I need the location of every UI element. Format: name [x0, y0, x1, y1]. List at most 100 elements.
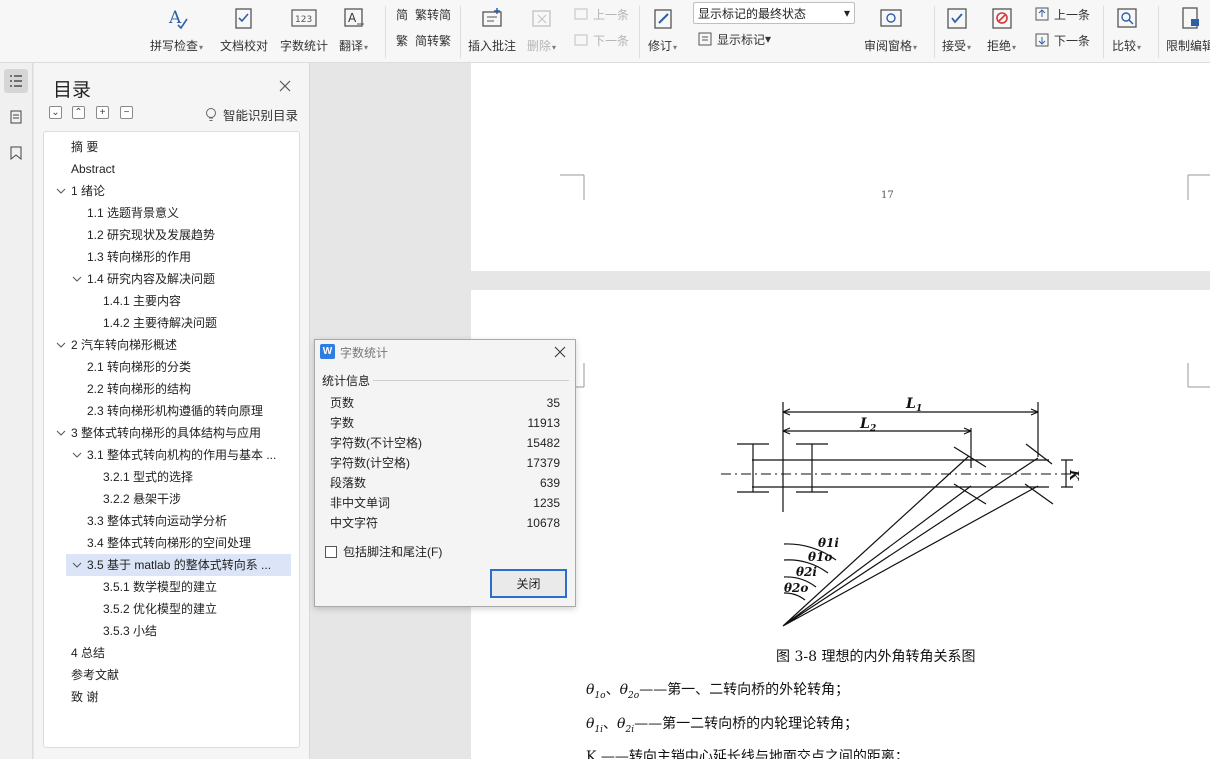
doc-proof-button[interactable]: 文档校对: [220, 2, 268, 60]
chevron-down-icon[interactable]: [71, 268, 83, 290]
toc-view-button[interactable]: [4, 69, 28, 93]
toc-item[interactable]: 3.5.1 数学模型的建立: [103, 576, 291, 598]
toc-item[interactable]: 2.1 转向梯形的分类: [87, 356, 291, 378]
page-icon: [10, 110, 22, 124]
include-notes-checkbox[interactable]: [325, 545, 337, 558]
line-text: ——第一二转向桥的内轮理论转角；: [634, 716, 859, 732]
toc-item[interactable]: 3.3 整体式转向运动学分析: [87, 510, 291, 532]
toc-item[interactable]: 3.1 整体式转向机构的作用与基本 ...: [87, 444, 283, 466]
trad-to-simp-label: 繁转简: [415, 7, 452, 22]
plus-icon: +: [99, 106, 106, 118]
symbol-subscript: 2o: [628, 690, 640, 701]
restrict-edit-button[interactable]: 限制编辑: [1166, 2, 1210, 60]
bookmark-icon: [10, 146, 22, 161]
chevron-down-icon[interactable]: [55, 334, 67, 356]
toc-item[interactable]: 3.5 基于 matlab 的整体式转向系 ...: [87, 554, 283, 576]
toc-item[interactable]: 3.2.2 悬架干涉: [103, 488, 291, 510]
toc-item[interactable]: 3.4 整体式转向梯形的空间处理: [87, 532, 291, 554]
reject-button[interactable]: 拒绝▾: [987, 2, 1016, 60]
prev-comment-button[interactable]: 上一条: [572, 3, 629, 25]
toc-item[interactable]: 参考文献: [71, 664, 291, 686]
show-markup-button[interactable]: 显示标记 ▾: [696, 28, 771, 50]
next-change-button[interactable]: 下一条: [1033, 29, 1090, 51]
toc-item[interactable]: 1.4.2 主要待解决问题: [103, 312, 291, 334]
lock-icon: [1177, 4, 1203, 32]
toc-item[interactable]: 1.3 转向梯形的作用: [87, 246, 291, 268]
toc-item[interactable]: 1.2 研究现状及发展趋势: [87, 224, 291, 246]
toc-item[interactable]: 2 汽车转向梯形概述: [71, 334, 291, 356]
stat-label: 字数: [330, 416, 355, 430]
document-page[interactable]: 17: [471, 63, 1210, 271]
revise-button[interactable]: 修订▾: [648, 2, 677, 60]
chevron-down-icon[interactable]: [71, 444, 83, 466]
ribbon-divider: [385, 6, 386, 58]
toc-item[interactable]: 摘 要: [71, 136, 291, 158]
stat-row: 段落数 639: [330, 473, 560, 493]
toc-item[interactable]: 1 绪论: [71, 180, 291, 202]
page-view-button[interactable]: [4, 105, 28, 129]
stat-row: 页数 35: [330, 393, 560, 413]
chevron-down-icon[interactable]: [55, 422, 67, 444]
toc-item[interactable]: 1.4.1 主要内容: [103, 290, 291, 312]
close-icon[interactable]: [553, 345, 567, 359]
expand-level-button[interactable]: +: [96, 106, 109, 119]
navigation-rail: [0, 63, 33, 759]
markup-mode-value: 显示标记的最终状态: [698, 6, 807, 21]
collapse-level-button[interactable]: −: [120, 106, 133, 119]
toc-item[interactable]: 3 整体式转向梯形的具体结构与应用: [71, 422, 291, 444]
smart-toc-button[interactable]: 智能识别目录: [204, 105, 298, 124]
word-count-button[interactable]: 123 字数统计: [280, 2, 328, 60]
page-number: 17: [881, 190, 894, 201]
next-comment-icon: [572, 31, 590, 49]
simp-to-trad-button[interactable]: 繁 简转繁: [394, 29, 451, 51]
trad-to-simp-button[interactable]: 简 繁转简: [394, 3, 451, 25]
markup-mode-select[interactable]: 显示标记的最终状态 ▾: [693, 2, 855, 24]
prev-change-button[interactable]: 上一条: [1033, 3, 1090, 25]
spell-check-button[interactable]: A 拼写检查▾: [150, 2, 203, 60]
list-icon: [10, 75, 22, 87]
document-page[interactable]: L 1 L 2 K θ1i θ1o θ2i θ2o 图 3-8 理想的内外角转角…: [471, 290, 1210, 759]
stat-value: 639: [539, 476, 560, 490]
compare-button[interactable]: 比较▾: [1112, 2, 1141, 60]
close-icon[interactable]: [278, 79, 292, 93]
dialog-title-bar[interactable]: W 字数统计: [315, 340, 575, 364]
toc-item[interactable]: 3.5.2 优化模型的建立: [103, 598, 291, 620]
body-line: θ1o、θ2o——第一、二转向桥的外轮转角；: [586, 679, 849, 701]
expand-all-button[interactable]: ⌄: [49, 106, 62, 119]
chevron-down-icon[interactable]: [71, 554, 83, 576]
delete-label: 删除: [527, 39, 552, 53]
bookmark-view-button[interactable]: [4, 141, 28, 165]
minus-icon: −: [123, 106, 130, 118]
crop-mark: [560, 174, 585, 200]
angle-label: θ1i: [818, 536, 839, 550]
toc-item[interactable]: 致 谢: [71, 686, 291, 708]
review-pane-icon: [878, 4, 904, 32]
include-notes-label: 包括脚注和尾注(F): [343, 545, 443, 559]
toc-item[interactable]: 1.4 研究内容及解决问题: [87, 268, 291, 290]
prev-change-label: 上一条: [1054, 7, 1091, 22]
word-count-dialog: W 字数统计 统计信息 页数 35 字数 11913 字符数(不计空格) 15482 …: [314, 339, 576, 607]
insert-comment-button[interactable]: 插入批注: [468, 2, 516, 60]
word-count-icon: 123: [291, 4, 317, 32]
crop-mark: [1187, 174, 1210, 200]
toc-item[interactable]: 2.3 转向梯形机构遵循的转向原理: [87, 400, 291, 422]
next-comment-button[interactable]: 下一条: [572, 29, 629, 51]
close-button[interactable]: 关闭: [490, 569, 567, 598]
toc-item[interactable]: 3.5.3 小结: [103, 620, 291, 642]
toc-item[interactable]: 1.1 选题背景意义: [87, 202, 291, 224]
review-pane-button[interactable]: 审阅窗格▾: [864, 2, 917, 60]
collapse-all-button[interactable]: ⌃: [72, 106, 85, 119]
toc-item[interactable]: 3.2.1 型式的选择: [103, 466, 291, 488]
accept-button[interactable]: 接受▾: [942, 2, 971, 60]
toc-item[interactable]: 2.2 转向梯形的结构: [87, 378, 291, 400]
convert-icon: 简: [394, 5, 412, 23]
delete-comment-button[interactable]: 删除▾: [527, 2, 556, 60]
toc-item[interactable]: 4 总结: [71, 642, 291, 664]
toc-item[interactable]: Abstract: [71, 158, 291, 180]
dimension-label-l2: L: [859, 416, 870, 432]
chevron-down-icon[interactable]: [55, 180, 67, 202]
translate-button[interactable]: A 翻译▾: [339, 2, 368, 60]
next-change-label: 下一条: [1054, 33, 1091, 48]
chevron-down-icon: ⌄: [51, 106, 60, 118]
include-notes-option[interactable]: 包括脚注和尾注(F): [325, 543, 442, 560]
